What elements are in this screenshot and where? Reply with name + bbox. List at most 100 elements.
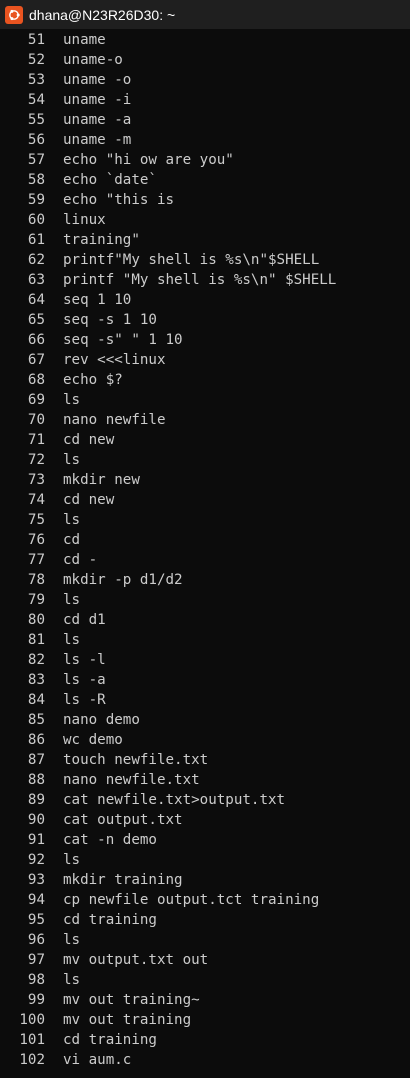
history-number: 87 bbox=[27, 752, 45, 768]
history-number: 71 bbox=[27, 432, 45, 448]
history-line: 54 uname -i bbox=[0, 90, 410, 110]
history-number: 89 bbox=[27, 792, 45, 808]
history-line: 73 mkdir new bbox=[0, 470, 410, 490]
history-line: 93 mkdir training bbox=[0, 870, 410, 890]
history-line: 59 echo "this is bbox=[0, 190, 410, 210]
history-line: 94 cp newfile output.tct training bbox=[0, 890, 410, 910]
history-number: 68 bbox=[27, 372, 45, 388]
history-number: 63 bbox=[27, 272, 45, 288]
history-line: 81 ls bbox=[0, 630, 410, 650]
history-line: 79 ls bbox=[0, 590, 410, 610]
terminal-window: dhana@N23R26D30: ~ 51 uname 52 uname-o 53 una… bbox=[0, 0, 410, 1078]
title-bar[interactable]: dhana@N23R26D30: ~ bbox=[0, 0, 410, 29]
history-number: 74 bbox=[27, 492, 45, 508]
history-command: cd training bbox=[63, 1032, 157, 1048]
history-line: 89 cat newfile.txt>output.txt bbox=[0, 790, 410, 810]
history-line: 56 uname -m bbox=[0, 130, 410, 150]
history-line: 80 cd d1 bbox=[0, 610, 410, 630]
history-number: 81 bbox=[27, 632, 45, 648]
history-number: 59 bbox=[27, 192, 45, 208]
history-line: 64 seq 1 10 bbox=[0, 290, 410, 310]
history-number: 76 bbox=[27, 532, 45, 548]
history-line: 63 printf "My shell is %s\n" $SHELL bbox=[0, 270, 410, 290]
history-command: cd new bbox=[63, 492, 115, 508]
history-command: uname bbox=[63, 32, 106, 48]
history-number: 86 bbox=[27, 732, 45, 748]
history-number: 55 bbox=[27, 112, 45, 128]
history-number: 92 bbox=[27, 852, 45, 868]
history-line: 99 mv out training~ bbox=[0, 990, 410, 1010]
history-command: ls -R bbox=[63, 692, 106, 708]
history-number: 84 bbox=[27, 692, 45, 708]
history-line: 100 mv out training bbox=[0, 1010, 410, 1030]
history-number: 96 bbox=[27, 932, 45, 948]
history-line: 82 ls -l bbox=[0, 650, 410, 670]
history-line: 57 echo "hi ow are you" bbox=[0, 150, 410, 170]
history-command: cd new bbox=[63, 432, 115, 448]
history-command: ls bbox=[63, 852, 81, 868]
history-number: 70 bbox=[27, 412, 45, 428]
window-title: dhana@N23R26D30: ~ bbox=[29, 6, 176, 23]
history-line: 84 ls -R bbox=[0, 690, 410, 710]
history-number: 53 bbox=[27, 72, 45, 88]
history-command: cd d1 bbox=[63, 612, 106, 628]
history-command: ls bbox=[63, 932, 81, 948]
history-line: 90 cat output.txt bbox=[0, 810, 410, 830]
history-command: ls bbox=[63, 592, 81, 608]
history-number: 56 bbox=[27, 132, 45, 148]
history-command: uname -i bbox=[63, 92, 132, 108]
history-command: uname-o bbox=[63, 52, 123, 68]
history-number: 64 bbox=[27, 292, 45, 308]
history-number: 77 bbox=[27, 552, 45, 568]
history-number: 51 bbox=[27, 32, 45, 48]
history-number: 91 bbox=[27, 832, 45, 848]
history-number: 102 bbox=[19, 1052, 45, 1068]
history-line: 75 ls bbox=[0, 510, 410, 530]
history-line: 58 echo `date` bbox=[0, 170, 410, 190]
history-command: printf"My shell is %s\n"$SHELL bbox=[63, 252, 320, 268]
history-line: 98 ls bbox=[0, 970, 410, 990]
history-command: uname -a bbox=[63, 112, 132, 128]
history-command: ls bbox=[63, 972, 81, 988]
history-line: 55 uname -a bbox=[0, 110, 410, 130]
history-command: ls -a bbox=[63, 672, 106, 688]
history-command: cp newfile output.tct training bbox=[63, 892, 320, 908]
history-number: 61 bbox=[27, 232, 45, 248]
history-line: 91 cat -n demo bbox=[0, 830, 410, 850]
history-number: 69 bbox=[27, 392, 45, 408]
history-number: 54 bbox=[27, 92, 45, 108]
history-line: 71 cd new bbox=[0, 430, 410, 450]
history-number: 72 bbox=[27, 452, 45, 468]
history-line: 62 printf"My shell is %s\n"$SHELL bbox=[0, 250, 410, 270]
history-number: 80 bbox=[27, 612, 45, 628]
history-line: 70 nano newfile bbox=[0, 410, 410, 430]
history-command: seq -s 1 10 bbox=[63, 312, 157, 328]
history-line: 72 ls bbox=[0, 450, 410, 470]
history-line: 83 ls -a bbox=[0, 670, 410, 690]
history-command: mv out training~ bbox=[63, 992, 200, 1008]
history-command: ls bbox=[63, 452, 81, 468]
history-number: 90 bbox=[27, 812, 45, 828]
history-number: 75 bbox=[27, 512, 45, 528]
history-number: 66 bbox=[27, 332, 45, 348]
history-command: mkdir training bbox=[63, 872, 183, 888]
history-command: training" bbox=[63, 232, 140, 248]
history-line: 61 training" bbox=[0, 230, 410, 250]
terminal-output[interactable]: 51 uname 52 uname-o 53 uname -o 54 uname -i 55 un… bbox=[0, 30, 410, 1078]
history-command: cd bbox=[63, 532, 81, 548]
ubuntu-icon bbox=[5, 5, 23, 24]
history-command: uname -m bbox=[63, 132, 132, 148]
history-number: 60 bbox=[27, 212, 45, 228]
history-line: 96 ls bbox=[0, 930, 410, 950]
history-command: rev <<<linux bbox=[63, 352, 166, 368]
history-command: nano newfile.txt bbox=[63, 772, 200, 788]
history-command: echo $? bbox=[63, 372, 123, 388]
history-command: wc demo bbox=[63, 732, 123, 748]
history-command: ls bbox=[63, 392, 81, 408]
history-command: linux bbox=[63, 212, 106, 228]
history-number: 85 bbox=[27, 712, 45, 728]
history-line: 87 touch newfile.txt bbox=[0, 750, 410, 770]
history-line: 67 rev <<<linux bbox=[0, 350, 410, 370]
history-number: 79 bbox=[27, 592, 45, 608]
history-line: 51 uname bbox=[0, 30, 410, 50]
